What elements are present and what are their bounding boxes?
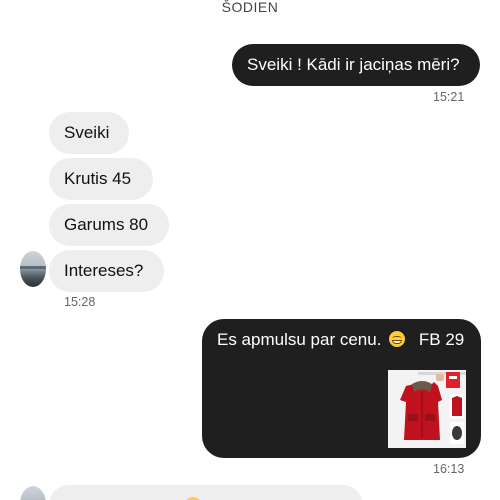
date-separator: ŠODIEN [221,0,279,15]
message-timestamp: 16:13 [433,462,465,476]
red-jacket-image [388,370,466,448]
product-photo-thumbnail[interactable] [388,370,466,448]
incoming-message[interactable]: Intereses? [49,250,164,292]
incoming-message[interactable]: Garums 80 [49,204,169,246]
message-text: Sveiki ! Kādi ir jaciņas mēri? [247,55,460,74]
message-text: FB 29 [418,330,465,349]
outgoing-message[interactable]: Sveiki ! Kādi ir jaciņas mēri? [232,44,480,86]
incoming-message-partial[interactable] [49,485,363,500]
message-text: Krutis 45 [64,169,132,188]
message-text: Es apmulsu par cenu. [217,330,382,349]
message-text: Sveiki [64,123,110,142]
message-text: Garums 80 [64,215,149,234]
contact-avatar[interactable] [20,251,46,287]
message-text: Intereses? [64,261,144,280]
chat-thread[interactable]: ŠODIEN Sveiki ! Kādi ir jaciņas mēri? 15… [0,0,500,500]
incoming-message[interactable]: Krutis 45 [49,158,153,200]
message-timestamp: 15:28 [64,295,96,309]
contact-avatar[interactable] [20,486,46,500]
incoming-message[interactable]: Sveiki [49,112,129,154]
avatar-photo [20,266,46,269]
message-timestamp: 15:21 [433,90,465,104]
grinning-sweat-emoji-icon [389,331,406,347]
